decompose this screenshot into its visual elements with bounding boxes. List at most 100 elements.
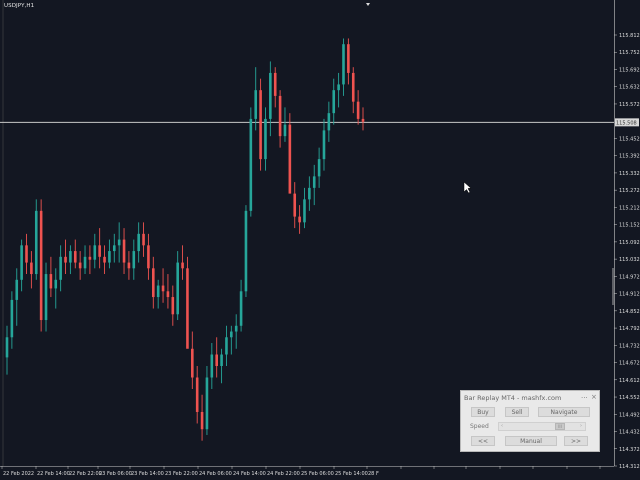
candle-body: [205, 377, 209, 430]
candle-body: [351, 72, 355, 102]
candle-body: [269, 72, 272, 119]
navigate-button[interactable]: Navigate: [538, 407, 590, 417]
price-tick-label: 115.032: [619, 257, 640, 263]
candle-body: [308, 187, 311, 200]
price-tick-label: 114.852: [619, 309, 640, 315]
speed-label: Speed: [470, 423, 489, 430]
price-tick-label: 115.152: [619, 223, 640, 229]
price-tick-label: 115.452: [619, 136, 640, 142]
candle-body: [278, 95, 282, 137]
speed-slider[interactable]: ‹ III ›: [498, 422, 586, 431]
candle-body: [195, 377, 199, 412]
candle-body: [98, 245, 101, 257]
slider-left-icon[interactable]: ‹: [501, 423, 503, 430]
candle-body: [156, 285, 160, 298]
candle-body: [127, 262, 131, 269]
price-tick-label: 114.372: [619, 447, 640, 453]
candle-body: [34, 210, 38, 275]
price-tick-label: 115.332: [619, 171, 640, 177]
replay-panel-title: Bar Replay MT4 - mashfx.com: [464, 394, 562, 402]
candle: [39, 199, 43, 332]
candle-body: [83, 256, 87, 269]
candle-body: [171, 297, 175, 315]
manual-button[interactable]: Manual: [505, 436, 557, 446]
candle-body: [317, 159, 321, 177]
candle-body: [220, 354, 223, 367]
candle-body: [44, 274, 48, 321]
price-tick-label: 115.812: [619, 33, 640, 39]
sell-button[interactable]: Sell: [505, 407, 529, 417]
time-tick-label: 23 Feb 22:00: [165, 471, 198, 477]
price-tick-label: 114.312: [619, 464, 640, 470]
candle-body: [181, 262, 184, 269]
price-tick-label: 115.572: [619, 102, 640, 108]
candle-body: [303, 199, 306, 223]
candle-body: [273, 72, 277, 96]
candle-body: [356, 101, 360, 119]
candle-body: [59, 256, 62, 280]
candle-body: [210, 354, 214, 378]
candle-body: [112, 245, 116, 252]
candle: [244, 205, 248, 298]
close-icon[interactable]: ×: [591, 393, 597, 401]
candle-body: [39, 210, 43, 321]
candle-body: [108, 251, 111, 263]
candle-body: [234, 325, 238, 332]
candle-body: [15, 279, 19, 300]
time-tick-label: 25 Feb 06:00: [301, 471, 334, 477]
candle-body: [288, 124, 292, 194]
candle-body: [191, 348, 194, 378]
candle: [34, 199, 38, 280]
candle-body: [20, 245, 23, 280]
candle-body: [147, 245, 150, 269]
slider-right-icon[interactable]: ›: [580, 423, 582, 430]
candle-body: [298, 216, 301, 223]
price-tick-label: 114.552: [619, 395, 640, 401]
candle-body: [186, 268, 189, 349]
candle-body: [166, 291, 170, 298]
candle-body: [142, 233, 145, 246]
time-tick-label: 24 Feb 06:00: [199, 471, 232, 477]
price-tick-label: 115.632: [619, 85, 640, 91]
candle-body: [54, 279, 58, 289]
buy-button[interactable]: Buy: [471, 407, 495, 417]
price-tick-label: 114.732: [619, 343, 640, 349]
candle-body: [176, 262, 179, 315]
candle-body: [239, 291, 243, 326]
candle: [288, 113, 292, 194]
candle-body: [73, 251, 77, 263]
price-tick-label: 115.092: [619, 240, 640, 246]
candle-body: [337, 84, 340, 91]
candle-body: [312, 176, 316, 188]
minimize-icon[interactable]: ...: [581, 392, 588, 400]
candle-body: [200, 411, 204, 430]
step-forward-button[interactable]: >>: [564, 436, 588, 446]
price-tick-label: 114.972: [619, 274, 640, 280]
candle-body: [5, 337, 9, 358]
candle-body: [249, 118, 253, 211]
candle-body: [283, 124, 287, 137]
price-tick-label: 115.212: [619, 205, 640, 211]
step-back-button[interactable]: <<: [471, 436, 495, 446]
bar-replay-panel: Bar Replay MT4 - mashfx.com ... × Buy Se…: [460, 390, 600, 452]
time-tick-label: 22 Feb 14:00: [37, 471, 70, 477]
candle-body: [103, 256, 106, 263]
candle-body: [132, 251, 136, 269]
candle-body: [254, 90, 258, 119]
price-tick-label: 114.912: [619, 292, 640, 298]
candle-body: [332, 90, 336, 114]
time-tick-label: 24 Feb 14:00: [233, 471, 266, 477]
candle-body: [64, 256, 67, 263]
candle-body: [244, 210, 248, 292]
candle-body: [49, 274, 53, 289]
candle-body: [78, 262, 82, 269]
candle-body: [30, 262, 33, 275]
slider-thumb[interactable]: III: [555, 423, 565, 430]
candle-body: [259, 90, 262, 160]
candle-body: [117, 239, 121, 246]
current-price-label: 115.508: [616, 120, 637, 126]
time-tick-label: 24 Feb 22:00: [267, 471, 300, 477]
price-tick-label: 115.272: [619, 188, 640, 194]
candle-body: [10, 299, 14, 338]
price-tick-label: 115.752: [619, 50, 640, 56]
